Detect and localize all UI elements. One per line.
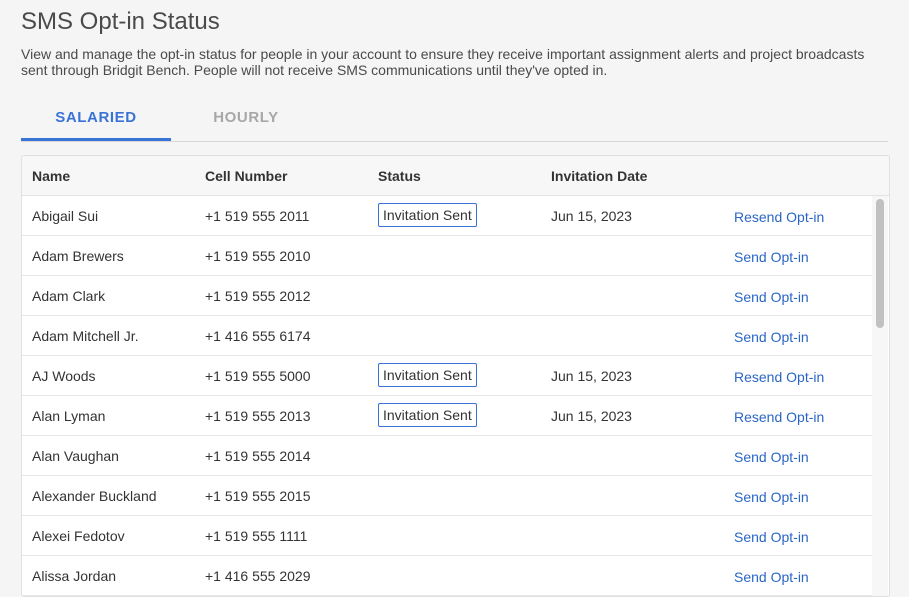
resend-opt-in-link[interactable]: Resend Opt-in	[734, 209, 824, 225]
cell-number: +1 519 555 5000	[205, 368, 311, 384]
table-row: Alexander Buckland +1 519 555 2015 Send …	[22, 476, 872, 516]
scrollbar-thumb[interactable]	[876, 199, 884, 328]
send-opt-in-link[interactable]: Send Opt-in	[734, 569, 809, 585]
opt-in-table: Name Cell Number Status Invitation Date …	[21, 155, 890, 597]
column-header-invitation-date[interactable]: Invitation Date	[551, 168, 647, 184]
status-badge: Invitation Sent	[378, 363, 477, 387]
tab-hourly[interactable]: HOURLY	[171, 97, 321, 141]
status-badge: Invitation Sent	[378, 203, 477, 227]
resend-opt-in-link[interactable]: Resend Opt-in	[734, 369, 824, 385]
table-row: Alan Lyman +1 519 555 2013 Invitation Se…	[22, 396, 872, 436]
page-description: View and manage the opt-in status for pe…	[21, 46, 865, 78]
tab-bar: SALARIED HOURLY	[21, 97, 888, 142]
status-badge: Invitation Sent	[378, 403, 477, 427]
column-header-name[interactable]: Name	[32, 168, 70, 184]
column-header-cell-number[interactable]: Cell Number	[205, 168, 287, 184]
cell-number: +1 519 555 2011	[205, 208, 310, 224]
send-opt-in-link[interactable]: Send Opt-in	[734, 529, 809, 545]
cell-number: +1 519 555 2014	[205, 448, 311, 464]
table-scrollbar[interactable]	[872, 196, 888, 596]
cell-number: +1 519 555 2015	[205, 488, 311, 504]
column-header-status[interactable]: Status	[378, 168, 421, 184]
person-name: AJ Woods	[32, 368, 96, 384]
resend-opt-in-link[interactable]: Resend Opt-in	[734, 409, 824, 425]
cell-number: +1 519 555 1111	[205, 528, 308, 544]
cell-number: +1 519 555 2010	[205, 248, 311, 264]
invitation-date: Jun 15, 2023	[551, 408, 632, 424]
page-title: SMS Opt-in Status	[21, 8, 220, 35]
table-header: Name Cell Number Status Invitation Date	[22, 156, 889, 196]
invitation-date: Jun 15, 2023	[551, 208, 632, 224]
invitation-date: Jun 15, 2023	[551, 368, 632, 384]
table-body: Abigail Sui +1 519 555 2011 Invitation S…	[22, 196, 872, 596]
person-name: Alissa Jordan	[32, 568, 117, 584]
cell-number: +1 519 555 2012	[205, 288, 311, 304]
cell-number: +1 416 555 6174	[205, 328, 311, 344]
person-name: Alan Lyman	[32, 408, 106, 424]
person-name: Adam Mitchell Jr.	[32, 328, 139, 344]
person-name: Alexei Fedotov	[32, 528, 125, 544]
table-row: Abigail Sui +1 519 555 2011 Invitation S…	[22, 196, 872, 236]
send-opt-in-link[interactable]: Send Opt-in	[734, 289, 809, 305]
person-name: Adam Clark	[32, 288, 106, 304]
table-row: Alexei Fedotov +1 519 555 1111 Send Opt-…	[22, 516, 872, 556]
table-row: Alan Vaughan +1 519 555 2014 Send Opt-in	[22, 436, 872, 476]
person-name: Alan Vaughan	[32, 448, 119, 464]
tab-salaried[interactable]: SALARIED	[21, 97, 171, 141]
send-opt-in-link[interactable]: Send Opt-in	[734, 249, 809, 265]
table-row: AJ Woods +1 519 555 5000 Invitation Sent…	[22, 356, 872, 396]
table-row: Alissa Jordan +1 416 555 2029 Send Opt-i…	[22, 556, 872, 596]
person-name: Alexander Buckland	[32, 488, 157, 504]
table-row: Adam Clark +1 519 555 2012 Send Opt-in	[22, 276, 872, 316]
person-name: Adam Brewers	[32, 248, 124, 264]
cell-number: +1 416 555 2029	[205, 568, 311, 584]
person-name: Abigail Sui	[32, 208, 99, 224]
table-row: Adam Mitchell Jr. +1 416 555 6174 Send O…	[22, 316, 872, 356]
send-opt-in-link[interactable]: Send Opt-in	[734, 449, 809, 465]
cell-number: +1 519 555 2013	[205, 408, 311, 424]
send-opt-in-link[interactable]: Send Opt-in	[734, 329, 809, 345]
table-row: Adam Brewers +1 519 555 2010 Send Opt-in	[22, 236, 872, 276]
send-opt-in-link[interactable]: Send Opt-in	[734, 489, 809, 505]
